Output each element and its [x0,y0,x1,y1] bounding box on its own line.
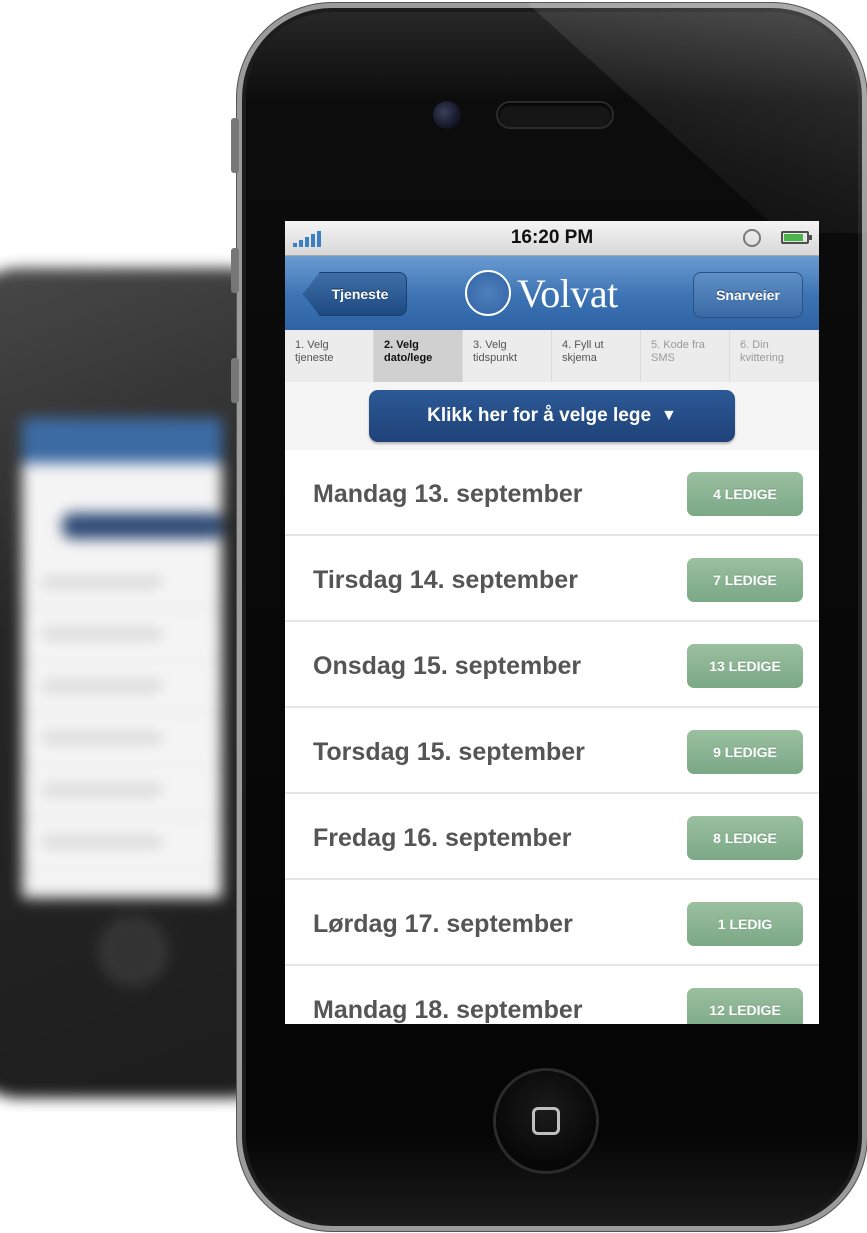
step-5[interactable]: 5. Kode fra SMS [641,330,730,382]
step-2[interactable]: 2. Velg dato/lege [374,330,463,382]
day-label: Fredag 16. september [313,824,572,852]
orientation-lock-icon [743,229,761,247]
day-row[interactable]: Mandag 13. september 4 LEDIGE [285,450,819,536]
available-slots-badge[interactable]: 12 LEDIGE [687,988,803,1024]
home-button[interactable] [496,1071,596,1171]
background-home-button [100,918,166,984]
background-nav-bar [22,418,222,463]
earpiece-speaker [498,103,612,127]
background-row [22,766,222,818]
day-row[interactable]: Onsdag 15. september 13 LEDIGE [285,622,819,708]
select-doctor-label: Klikk her for å velge lege [427,405,652,426]
available-slots-badge[interactable]: 8 LEDIGE [687,816,803,860]
day-label: Mandag 13. september [313,480,583,508]
background-row [22,714,222,766]
step-4[interactable]: 4. Fyll ut skjema [552,330,641,382]
step-6[interactable]: 6. Din kvittering [730,330,819,382]
available-slots-badge[interactable]: 7 LEDIGE [687,558,803,602]
status-bar: 16:20 PM [285,221,819,256]
front-camera [433,101,461,129]
available-slots-badge[interactable]: 13 LEDIGE [687,644,803,688]
day-label: Onsdag 15. september [313,652,582,680]
status-time: 16:20 PM [510,227,594,248]
available-slots-badge[interactable]: 1 LEDIG [687,902,803,946]
background-row [22,610,222,662]
volume-up-button [231,248,239,293]
day-row[interactable]: Mandag 18. september 12 LEDIGE [285,966,819,1024]
nav-bar: Tjeneste Volvat Snarveier [285,256,819,330]
step-indicator: 1. Velg tjeneste 2. Velg dato/lege 3. Ve… [285,330,819,383]
background-phone-screen [22,418,222,898]
doctor-select-area: Klikk her for å velge lege ▼ [285,382,819,450]
day-row[interactable]: Lørdag 17. september 1 LEDIG [285,880,819,966]
logo-text: Volvat [517,270,618,316]
day-label: Mandag 18. september [313,996,583,1024]
battery-icon [781,231,812,244]
available-slots-badge[interactable]: 9 LEDIGE [687,730,803,774]
available-slots-badge[interactable]: 4 LEDIGE [687,472,803,516]
day-label: Lørdag 17. september [313,910,573,938]
day-label: Torsdag 15. september [313,738,585,766]
logo: Volvat [465,268,618,318]
chevron-down-icon: ▼ [661,407,677,424]
day-label: Tirsdag 14. september [313,566,578,594]
mute-switch [231,118,239,173]
shortcuts-button[interactable]: Snarveier [693,272,803,318]
select-doctor-button[interactable]: Klikk her for å velge lege ▼ [369,390,735,442]
day-row[interactable]: Fredag 16. september 8 LEDIGE [285,794,819,880]
step-3[interactable]: 3. Velg tidspunkt [463,330,552,382]
home-square-icon [532,1107,560,1135]
phone-screen: 16:20 PM Tjeneste Volvat Snarveier 1. Ve… [285,221,819,1024]
back-button[interactable]: Tjeneste [303,272,407,316]
volume-down-button [231,358,239,403]
phone-frame: 16:20 PM Tjeneste Volvat Snarveier 1. Ve… [231,3,867,1231]
background-select-button [62,513,222,539]
day-row[interactable]: Torsdag 15. september 9 LEDIGE [285,708,819,794]
step-1[interactable]: 1. Velg tjeneste [285,330,374,382]
background-row [22,662,222,714]
background-row [22,558,222,610]
day-list: Mandag 13. september 4 LEDIGE Tirsdag 14… [285,450,819,1024]
day-row[interactable]: Tirsdag 14. september 7 LEDIGE [285,536,819,622]
background-row [22,818,222,870]
logo-emblem-icon [465,270,511,316]
